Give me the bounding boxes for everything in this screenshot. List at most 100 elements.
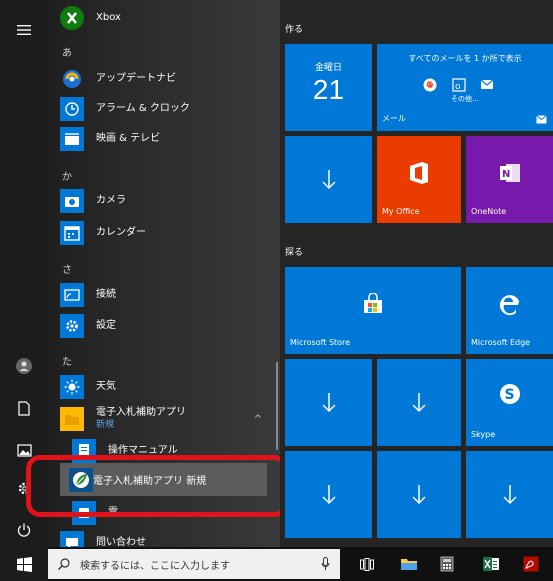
list-item-label: カメラ	[96, 195, 126, 206]
tile-my-office[interactable]: My Office	[377, 136, 461, 223]
tile-microsoft-edge[interactable]: Microsoft Edge	[466, 267, 553, 354]
group-header-ta[interactable]: た	[62, 353, 72, 368]
list-item-weather[interactable]: 天気	[60, 372, 272, 402]
power-icon	[17, 523, 31, 537]
tiles-pane: 作る 金曜日 21 すべてのメールを 1 か所で表示 o その他... メール …	[280, 0, 553, 547]
list-item-label: 設定	[96, 320, 116, 331]
svg-text:S: S	[504, 387, 514, 403]
user-account-button[interactable]	[0, 348, 48, 384]
task-view-button[interactable]	[350, 547, 384, 581]
group-label-explore: 探る	[285, 248, 304, 258]
list-item-label: 接続	[96, 289, 116, 300]
tile-label: Microsoft Edge	[471, 338, 531, 347]
tile-label: Skype	[471, 430, 496, 439]
list-item-label: アラーム & クロック	[96, 103, 190, 114]
tile-download-5[interactable]	[377, 451, 461, 538]
excel-button[interactable]	[474, 547, 508, 581]
update-navi-icon	[60, 67, 84, 91]
list-scrollbar[interactable]	[276, 362, 278, 450]
search-placeholder: 検索するには、ここに入力します	[80, 560, 230, 572]
list-item-calendar[interactable]: カレンダー	[60, 218, 272, 248]
list-item-camera[interactable]: カメラ	[60, 186, 272, 216]
weather-icon	[60, 375, 84, 399]
folder-denshi-nyusatsu[interactable]: 電子入札補助アプリ 新規 ^	[60, 404, 272, 434]
list-item-xbox[interactable]: Xbox	[60, 3, 272, 33]
alarm-clock-icon	[60, 97, 84, 121]
task-view-icon	[360, 557, 374, 571]
tile-label: My Office	[382, 207, 420, 216]
pictures-icon	[16, 443, 32, 457]
taskbar: 検索するには、ここに入力します	[0, 547, 553, 581]
tile-onenote[interactable]: N OneNote	[466, 136, 553, 223]
group-header-a[interactable]: あ	[62, 44, 72, 59]
windows-logo-icon	[16, 556, 32, 572]
list-item-connect[interactable]: 接続	[60, 280, 272, 310]
acrobat-button[interactable]	[514, 547, 548, 581]
microphone-icon[interactable]	[321, 557, 330, 571]
contact-icon	[60, 531, 84, 547]
calendar-day: 金曜日	[314, 63, 342, 73]
list-item-settings[interactable]: 設定	[60, 311, 272, 341]
tile-download-6[interactable]	[466, 451, 553, 538]
group-header-sa[interactable]: さ	[62, 261, 72, 276]
hamburger-menu-button[interactable]	[0, 12, 48, 48]
tile-download-2[interactable]	[285, 359, 372, 446]
chevron-up-icon[interactable]: ^	[254, 414, 262, 425]
camera-icon	[60, 189, 84, 213]
tile-label: OneNote	[471, 207, 507, 216]
list-item-label: Xbox	[96, 12, 121, 23]
list-item-label: 問い合わせ	[96, 537, 146, 547]
calendar-date: 21	[312, 74, 345, 105]
documents-button[interactable]	[0, 390, 48, 426]
edge-icon	[499, 294, 519, 315]
download-arrow-icon	[412, 392, 426, 412]
list-item-label: カレンダー	[96, 227, 146, 238]
list-item-update-navi[interactable]: アップデートナビ	[60, 64, 272, 94]
taskbar-search-box[interactable]: 検索するには、ここに入力します	[48, 549, 340, 579]
folder-label: 電子入札補助アプリ	[96, 407, 186, 418]
tile-label: メール	[382, 114, 406, 123]
list-item-contact[interactable]: 問い合わせ	[60, 528, 272, 547]
tile-microsoft-store[interactable]: Microsoft Store	[285, 267, 461, 354]
list-item-label: アップデートナビ	[96, 73, 176, 84]
group-label-create: 作る	[285, 25, 304, 35]
skype-icon: S	[499, 383, 520, 404]
highlight-callout	[26, 455, 288, 517]
power-button[interactable]	[0, 512, 48, 548]
tile-calendar[interactable]: 金曜日 21	[285, 44, 372, 131]
movies-tv-icon	[60, 127, 84, 151]
google-icon	[423, 78, 437, 92]
search-icon	[58, 558, 70, 570]
tile-mail[interactable]: すべてのメールを 1 か所で表示 o その他... メール	[377, 44, 553, 131]
folder-icon	[401, 559, 417, 570]
download-arrow-icon	[502, 484, 517, 504]
tile-download-3[interactable]	[377, 359, 461, 446]
calculator-icon	[440, 556, 454, 572]
svg-text:o: o	[455, 82, 461, 92]
onenote-icon: N	[499, 163, 520, 182]
file-explorer-button[interactable]	[392, 547, 426, 581]
list-item-alarms[interactable]: アラーム & クロック	[60, 94, 272, 124]
download-arrow-icon	[321, 392, 336, 412]
acrobat-icon	[523, 556, 539, 572]
calendar-icon	[60, 221, 84, 245]
group-header-ka[interactable]: か	[62, 168, 72, 183]
start-button[interactable]	[0, 547, 48, 581]
list-item-movies-tv[interactable]: 映画 & テレビ	[60, 124, 272, 154]
tile-download-4[interactable]	[285, 451, 372, 538]
mail-badge-icon	[536, 115, 547, 124]
user-icon	[16, 358, 32, 374]
connect-icon	[60, 283, 84, 307]
download-arrow-icon	[321, 169, 336, 189]
calculator-button[interactable]	[430, 547, 464, 581]
mail-heading: すべてのメールを 1 か所で表示	[408, 54, 522, 63]
envelope-icon	[480, 79, 494, 89]
office-icon	[410, 161, 428, 184]
hamburger-icon	[17, 25, 31, 35]
tile-label: Microsoft Store	[290, 338, 351, 347]
tile-download-1[interactable]	[285, 136, 372, 223]
mail-other: その他...	[451, 95, 479, 103]
xbox-icon	[60, 6, 84, 30]
tile-skype[interactable]: S Skype	[466, 359, 553, 446]
download-arrow-icon	[412, 484, 426, 504]
